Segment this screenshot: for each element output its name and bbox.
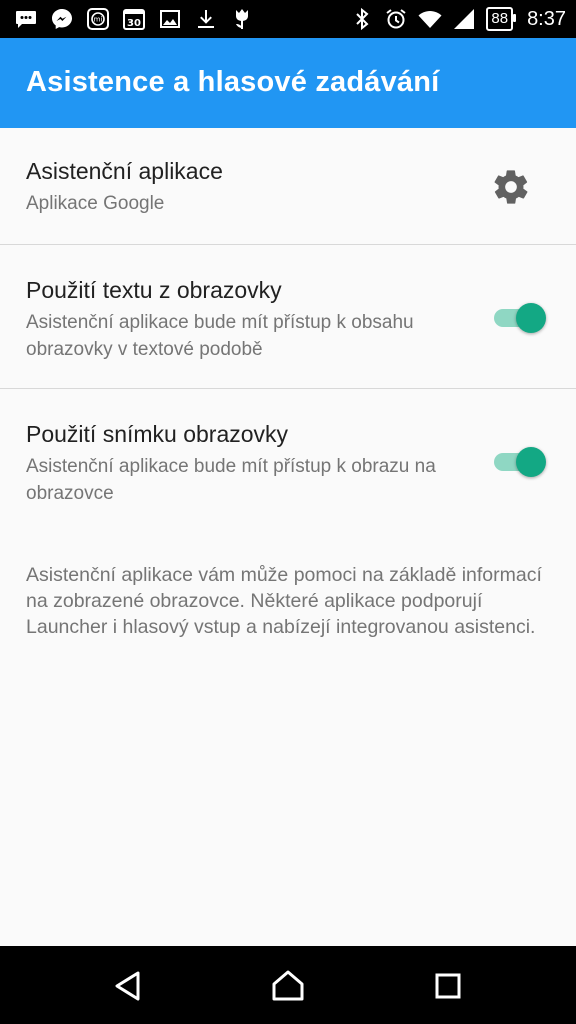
app-bar: Asistence a hlasové zadávání [0,38,576,128]
gallery-icon [158,7,182,31]
mi-label: mi [94,16,103,24]
page-title: Asistence a hlasové zadávání [26,66,440,98]
messages-icon [14,7,38,31]
alarm-icon [384,7,408,31]
clock: 8:37 [527,7,566,30]
wifi-icon [418,7,442,31]
switch-thumb [516,303,546,333]
signal-icon [452,7,476,31]
footer-description: Asistenční aplikace vám může pomoci na z… [26,564,542,638]
pref-summary: Asistenční aplikace bude mít přístup k o… [26,456,436,504]
bluetooth-icon [350,7,374,31]
home-icon[interactable] [268,966,308,1006]
recents-icon[interactable] [428,966,468,1006]
messenger-icon [50,7,74,31]
screen-text-switch[interactable] [492,300,548,336]
pref-use-screenshot[interactable]: Použití snímku obrazovky Asistenční apli… [0,389,576,532]
battery-level: 88 [491,10,509,27]
back-icon[interactable] [108,966,148,1006]
pref-assist-app[interactable]: Asistenční aplikace Aplikace Google [0,128,576,244]
pref-title: Použití textu z obrazovky [26,277,282,303]
battery-indicator: 88 [486,7,516,31]
status-bar: mi 30 88 8:37 [0,0,576,38]
navigation-bar [0,946,576,1024]
switch-thumb [516,447,546,477]
mi-fit-icon: mi [86,7,110,31]
tulip-icon [230,7,254,31]
download-icon [194,7,218,31]
pref-summary: Aplikace Google [26,193,165,214]
gear-icon[interactable] [491,167,531,207]
screenshot-switch[interactable] [492,444,548,480]
calendar-day: 30 [127,18,141,29]
pref-use-screen-text[interactable]: Použití textu z obrazovky Asistenční apl… [0,245,576,388]
pref-summary: Asistenční aplikace bude mít přístup k o… [26,312,414,360]
calendar-30-icon: 30 [122,7,146,31]
pref-title: Použití snímku obrazovky [26,421,289,447]
pref-title: Asistenční aplikace [26,158,223,184]
